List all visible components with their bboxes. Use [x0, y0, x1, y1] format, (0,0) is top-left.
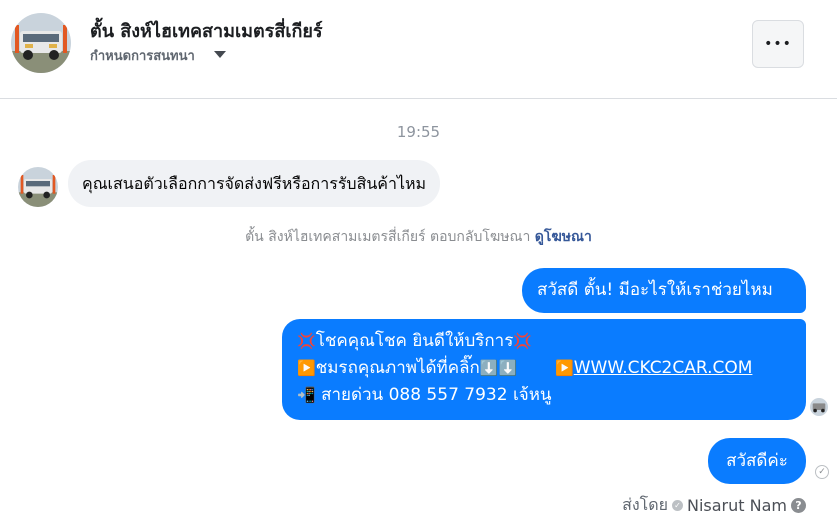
sent-by-label: ส่งโดย [622, 495, 668, 514]
seen-avatar [810, 398, 828, 416]
outgoing-message-bubble[interactable]: สวัสดีค่ะ [708, 438, 806, 484]
contact-avatar[interactable] [11, 13, 71, 73]
help-icon[interactable]: ? [791, 498, 806, 513]
promo-line-1: 💢โชคคุณโชค ยินดีให้บริการ💢 [297, 328, 791, 355]
sent-by-row: ส่งโดย ✓ Nisarut Nam ? [622, 493, 806, 518]
phone-icon: 📲 [297, 386, 316, 404]
promo-line-2: ▶️ชมรถคุณภาพได้ที่คลิ๊ก⬇️⬇️ ▶️WWW.CKC2CA… [297, 355, 791, 382]
outgoing-promo-bubble[interactable]: 💢โชคคุณโชค ยินดีให้บริการ💢 ▶️ชมรถคุณภาพไ… [282, 319, 806, 420]
contact-name[interactable]: ตั้น สิงห์ไฮเทคสามเมตรสี่เกียร์ [90, 16, 323, 45]
anger-symbol-icon: 💢 [297, 332, 316, 350]
play-icon: ▶️ [297, 359, 316, 377]
promo-line-3: 📲 สายด่วน 088 557 7932 เจ้หนู [297, 382, 791, 409]
more-options-button[interactable]: ••• [752, 20, 804, 68]
hotline-text: สายด่วน 088 557 7932 เจ้หนู [315, 385, 552, 405]
promo-click-text: ชมรถคุณภาพได้ที่คลิ๊ก [315, 358, 480, 378]
anger-symbol-icon: 💢 [513, 332, 533, 350]
conversation-header: ตั้น สิงห์ไฮเทคสามเมตรสี่เกียร์ กำหนดการ… [0, 0, 837, 99]
outgoing-message-bubble[interactable]: สวัสดี ตั้น! มีอะไรให้เราช่วยไหม [522, 268, 806, 313]
sender-avatar[interactable] [18, 167, 58, 207]
view-ad-link[interactable]: ดูโฆษณา [535, 229, 592, 245]
check-icon: ✓ [815, 465, 829, 479]
chevron-down-icon[interactable] [214, 51, 226, 58]
sender-name[interactable]: Nisarut Nam [687, 496, 787, 515]
ad-reply-text: ตั้น สิงห์ไฮเทคสามเมตรสี่เกียร์ ตอบกลับโ… [245, 229, 531, 245]
conversation-settings-label[interactable]: กำหนดการสนทนา [90, 45, 195, 66]
sender-icon: ✓ [672, 500, 683, 511]
down-arrow-icon: ⬇️⬇️ [479, 359, 518, 377]
incoming-message-bubble[interactable]: คุณเสนอตัวเลือกการจัดส่งฟรีหรือการรับสิน… [68, 160, 441, 207]
website-link[interactable]: WWW.CKC2CAR.COM [574, 358, 753, 378]
message-timestamp: 19:55 [396, 123, 441, 141]
play-icon: ▶️ [555, 359, 574, 377]
promo-greeting: โชคคุณโชค ยินดีให้บริการ [315, 331, 514, 351]
ad-reply-note: ตั้น สิงห์ไฮเทคสามเมตรสี่เกียร์ ตอบกลับโ… [0, 226, 837, 248]
